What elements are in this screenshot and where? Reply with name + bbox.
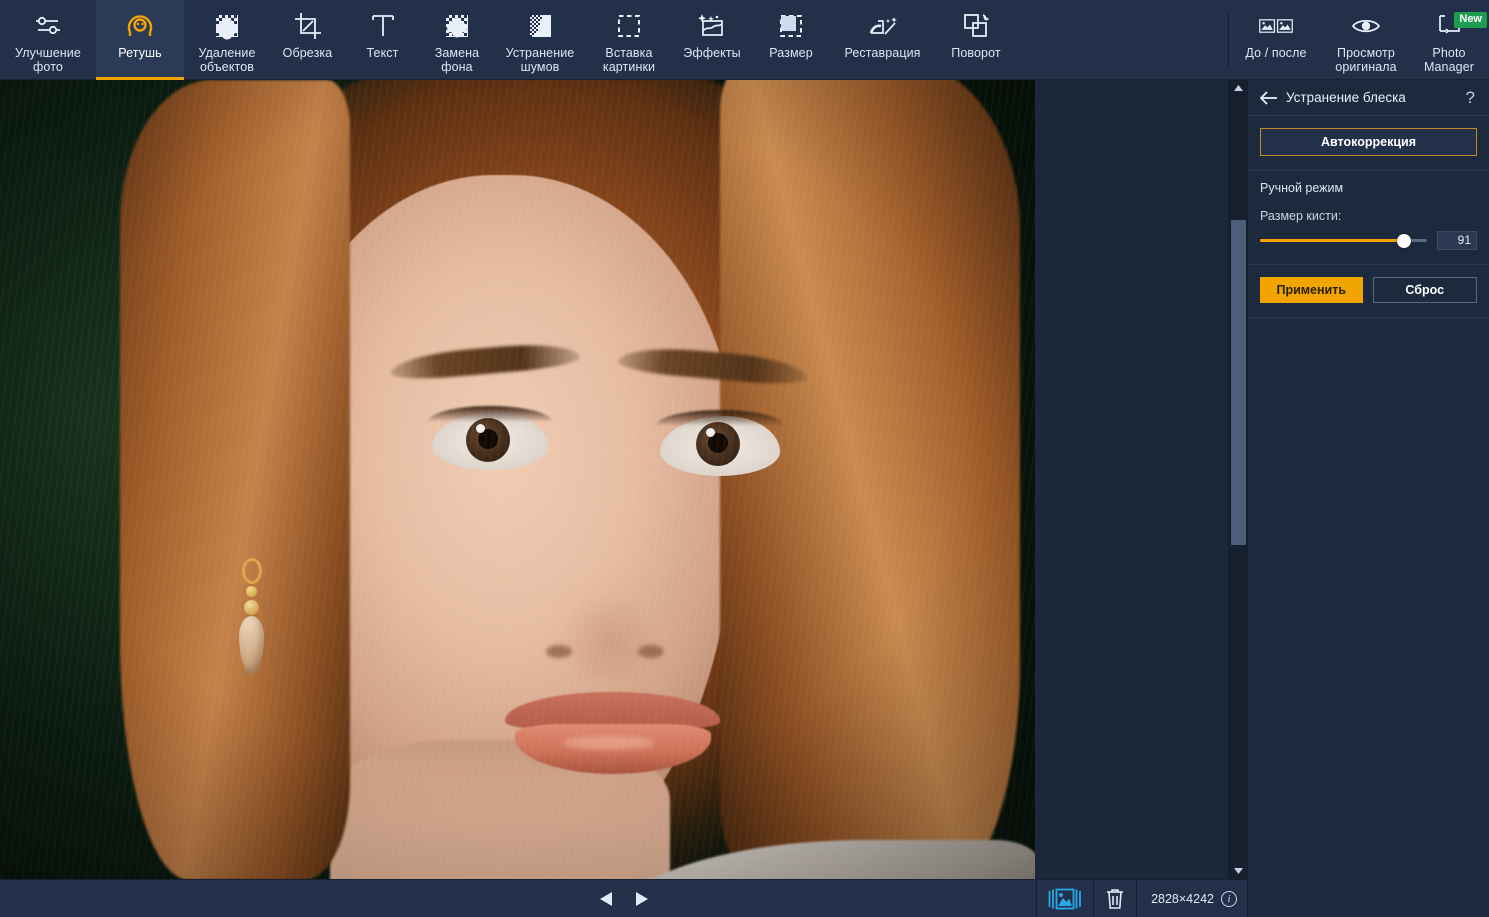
hair-strand-texture	[0, 80, 1035, 879]
tool-effects[interactable]: Эффекты	[672, 0, 752, 80]
tool-label: Вставка картинки	[602, 46, 656, 74]
tool-resize[interactable]: Размер	[752, 0, 830, 80]
sliders-icon	[31, 10, 65, 42]
brush-size-value[interactable]: 91	[1437, 231, 1477, 250]
gallery-icon	[1048, 888, 1081, 910]
tool-restoration[interactable]: Реставрация	[830, 0, 935, 80]
tool-label: Обрезка	[282, 46, 333, 60]
trash-icon	[1107, 889, 1124, 909]
new-badge: New	[1454, 12, 1487, 28]
previous-image-button[interactable]	[593, 886, 619, 912]
tool-label: Улучшение фото	[15, 46, 81, 74]
tool-label: Photo Manager	[1423, 46, 1475, 74]
chevron-up-icon	[1234, 85, 1243, 91]
triangle-left-icon	[599, 891, 612, 906]
tool-label: Поворот	[951, 46, 1001, 60]
reset-button[interactable]: Сброс	[1372, 277, 1477, 303]
background-replace-icon	[440, 10, 474, 42]
tool-object-removal[interactable]: Удаление объектов	[184, 0, 270, 80]
brush-size-slider[interactable]	[1260, 233, 1427, 249]
auto-correction-button[interactable]: Автокоррекция	[1260, 128, 1477, 156]
bottom-bar: 2828×4242 i	[0, 879, 1247, 917]
tool-label: Текст	[366, 46, 399, 60]
toolbar-tools-left: Улучшение фото Ретушь Удаление объектов …	[0, 0, 1017, 80]
tool-view-original[interactable]: Просмотр оригинала	[1323, 0, 1409, 80]
retouch-face-icon	[123, 10, 157, 42]
brush-size-row: 91	[1260, 231, 1477, 250]
slider-fill	[1260, 238, 1404, 242]
help-button[interactable]: ?	[1464, 89, 1477, 106]
insert-image-icon	[612, 10, 646, 42]
sidebar-actions: Применить Сброс	[1248, 265, 1489, 318]
tool-photo-manager[interactable]: New Photo Manager	[1409, 0, 1489, 80]
tool-label: Устранение шумов	[505, 46, 575, 74]
bottom-bar-right: 2828×4242 i	[1036, 880, 1247, 917]
tool-label: Удаление объектов	[198, 46, 256, 74]
tool-label: Ретушь	[118, 46, 162, 60]
slider-knob[interactable]	[1396, 233, 1411, 248]
resize-icon	[774, 10, 808, 42]
dimensions-text: 2828×4242	[1151, 892, 1214, 906]
triangle-right-icon	[635, 891, 648, 906]
tool-label: Замена фона	[434, 46, 480, 74]
next-image-button[interactable]	[629, 886, 655, 912]
scroll-up-button[interactable]	[1229, 80, 1248, 96]
canvas-area[interactable]	[0, 80, 1247, 879]
scroll-down-button[interactable]	[1229, 863, 1248, 879]
manual-mode-label: Ручной режим	[1260, 181, 1344, 195]
toolbar-tools-right: До / после Просмотр оригинала New Photo …	[1228, 0, 1489, 80]
tool-before-after[interactable]: До / после	[1229, 0, 1323, 80]
panel-title: Устранение блеска	[1286, 90, 1406, 105]
tool-rotate[interactable]: Поворот	[935, 0, 1017, 80]
restoration-wand-icon	[866, 10, 900, 42]
tool-crop[interactable]: Обрезка	[270, 0, 345, 80]
tool-retouch[interactable]: Ретушь	[96, 0, 184, 80]
crop-icon	[291, 10, 325, 42]
tool-label: Эффекты	[683, 46, 741, 60]
delete-button[interactable]	[1093, 880, 1136, 917]
tool-label: Размер	[769, 46, 813, 60]
chevron-down-icon	[1234, 868, 1243, 874]
auto-correction-section: Автокоррекция	[1248, 116, 1489, 171]
tool-enhance-photo[interactable]: Улучшение фото	[0, 0, 96, 80]
tool-label: Просмотр оригинала	[1335, 46, 1397, 74]
canvas-vertical-scrollbar[interactable]	[1228, 80, 1247, 879]
tool-label: Реставрация	[844, 46, 921, 60]
manual-mode-section: Ручной режим Размер кисти: 91	[1248, 171, 1489, 265]
image-dimensions: 2828×4242 i	[1136, 880, 1247, 917]
rotate-icon	[959, 10, 993, 42]
tool-noise-removal[interactable]: Устранение шумов	[494, 0, 586, 80]
tool-background-replace[interactable]: Замена фона	[420, 0, 494, 80]
gallery-button[interactable]	[1036, 880, 1093, 917]
tool-insert-image[interactable]: Вставка картинки	[586, 0, 672, 80]
tool-label: До / после	[1245, 46, 1307, 60]
top-toolbar: Улучшение фото Ретушь Удаление объектов …	[0, 0, 1489, 80]
text-t-icon	[366, 10, 400, 42]
app-root: Улучшение фото Ретушь Удаление объектов …	[0, 0, 1489, 917]
tool-text[interactable]: Текст	[345, 0, 420, 80]
effects-sparkle-icon	[695, 10, 729, 42]
photo-canvas[interactable]	[0, 80, 1035, 879]
eye-icon	[1349, 10, 1383, 42]
scrollbar-thumb[interactable]	[1231, 220, 1246, 545]
info-icon[interactable]: i	[1221, 891, 1237, 907]
object-removal-icon	[210, 10, 244, 42]
brush-size-label: Размер кисти:	[1260, 209, 1342, 223]
before-after-icon	[1259, 10, 1293, 42]
sidebar-header: Устранение блеска ?	[1248, 80, 1489, 116]
noise-removal-icon	[523, 10, 557, 42]
arrow-left-icon[interactable]	[1258, 87, 1280, 109]
right-sidebar: Устранение блеска ? Автокоррекция Ручной…	[1247, 80, 1489, 917]
apply-button[interactable]: Применить	[1260, 277, 1363, 303]
